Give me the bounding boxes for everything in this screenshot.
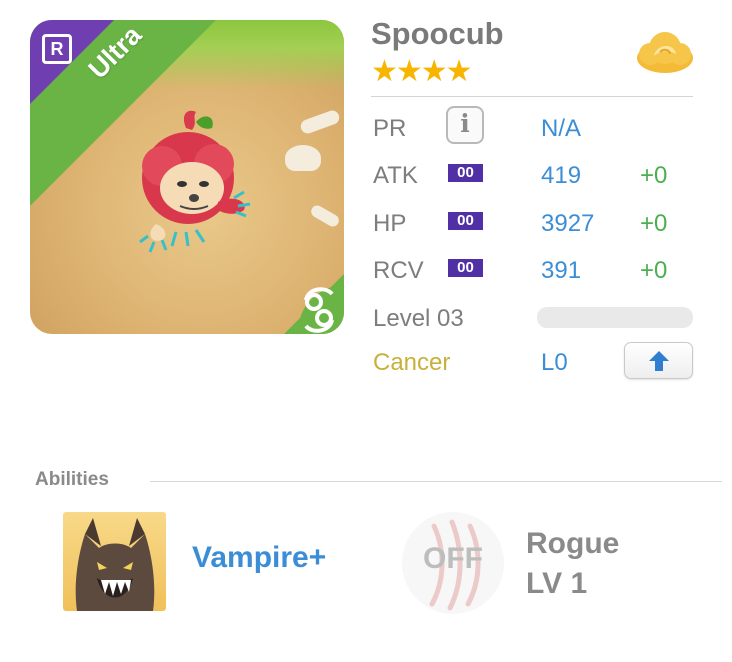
zodiac-level-value: L0	[541, 349, 568, 376]
rarity-r-icon: R	[42, 34, 72, 64]
class-status-off: OFF	[423, 542, 483, 575]
pr-label: PR	[373, 115, 407, 142]
hp-bonus: +0	[640, 210, 668, 237]
abilities-divider	[150, 481, 722, 482]
header-divider	[371, 96, 693, 97]
werewolf-icon	[75, 518, 155, 611]
hp-plus-badge: 00	[448, 212, 483, 230]
info-button[interactable]: i	[446, 106, 484, 144]
class-ability-toggle[interactable]: OFF	[402, 512, 504, 614]
atk-value: 419	[541, 162, 582, 189]
zodiac-label: Cancer	[373, 349, 451, 376]
atk-label: ATK	[373, 162, 418, 189]
class-name: Rogue	[526, 527, 620, 560]
class-level: LV 1	[526, 567, 588, 600]
upgrade-button[interactable]	[624, 342, 693, 379]
monster-portrait-card[interactable]: R Ultra	[30, 20, 344, 334]
vampire-ability-icon[interactable]	[63, 512, 166, 611]
arrow-up-icon	[649, 351, 669, 371]
rcv-value: 391	[541, 257, 582, 284]
level-label: Level 03	[373, 305, 464, 332]
level-progress-bar	[537, 307, 693, 328]
monster-name: Spoocub	[371, 16, 504, 51]
atk-bonus: +0	[640, 162, 668, 189]
rcv-plus-badge: 00	[448, 259, 483, 277]
rcv-bonus: +0	[640, 257, 668, 284]
pr-value: N/A	[541, 115, 582, 142]
cloud-icon	[637, 32, 693, 73]
atk-plus-badge: 00	[448, 164, 483, 182]
spoocub-monster-image	[139, 110, 251, 253]
rcv-label: RCV	[373, 257, 424, 284]
hp-value: 3927	[541, 210, 595, 237]
cancer-zodiac-icon	[284, 274, 344, 334]
star-rating: ★★★★	[371, 55, 473, 88]
hp-label: HP	[373, 210, 407, 237]
abilities-section-title: Abilities	[35, 469, 109, 490]
ability-name: Vampire+	[192, 541, 327, 574]
